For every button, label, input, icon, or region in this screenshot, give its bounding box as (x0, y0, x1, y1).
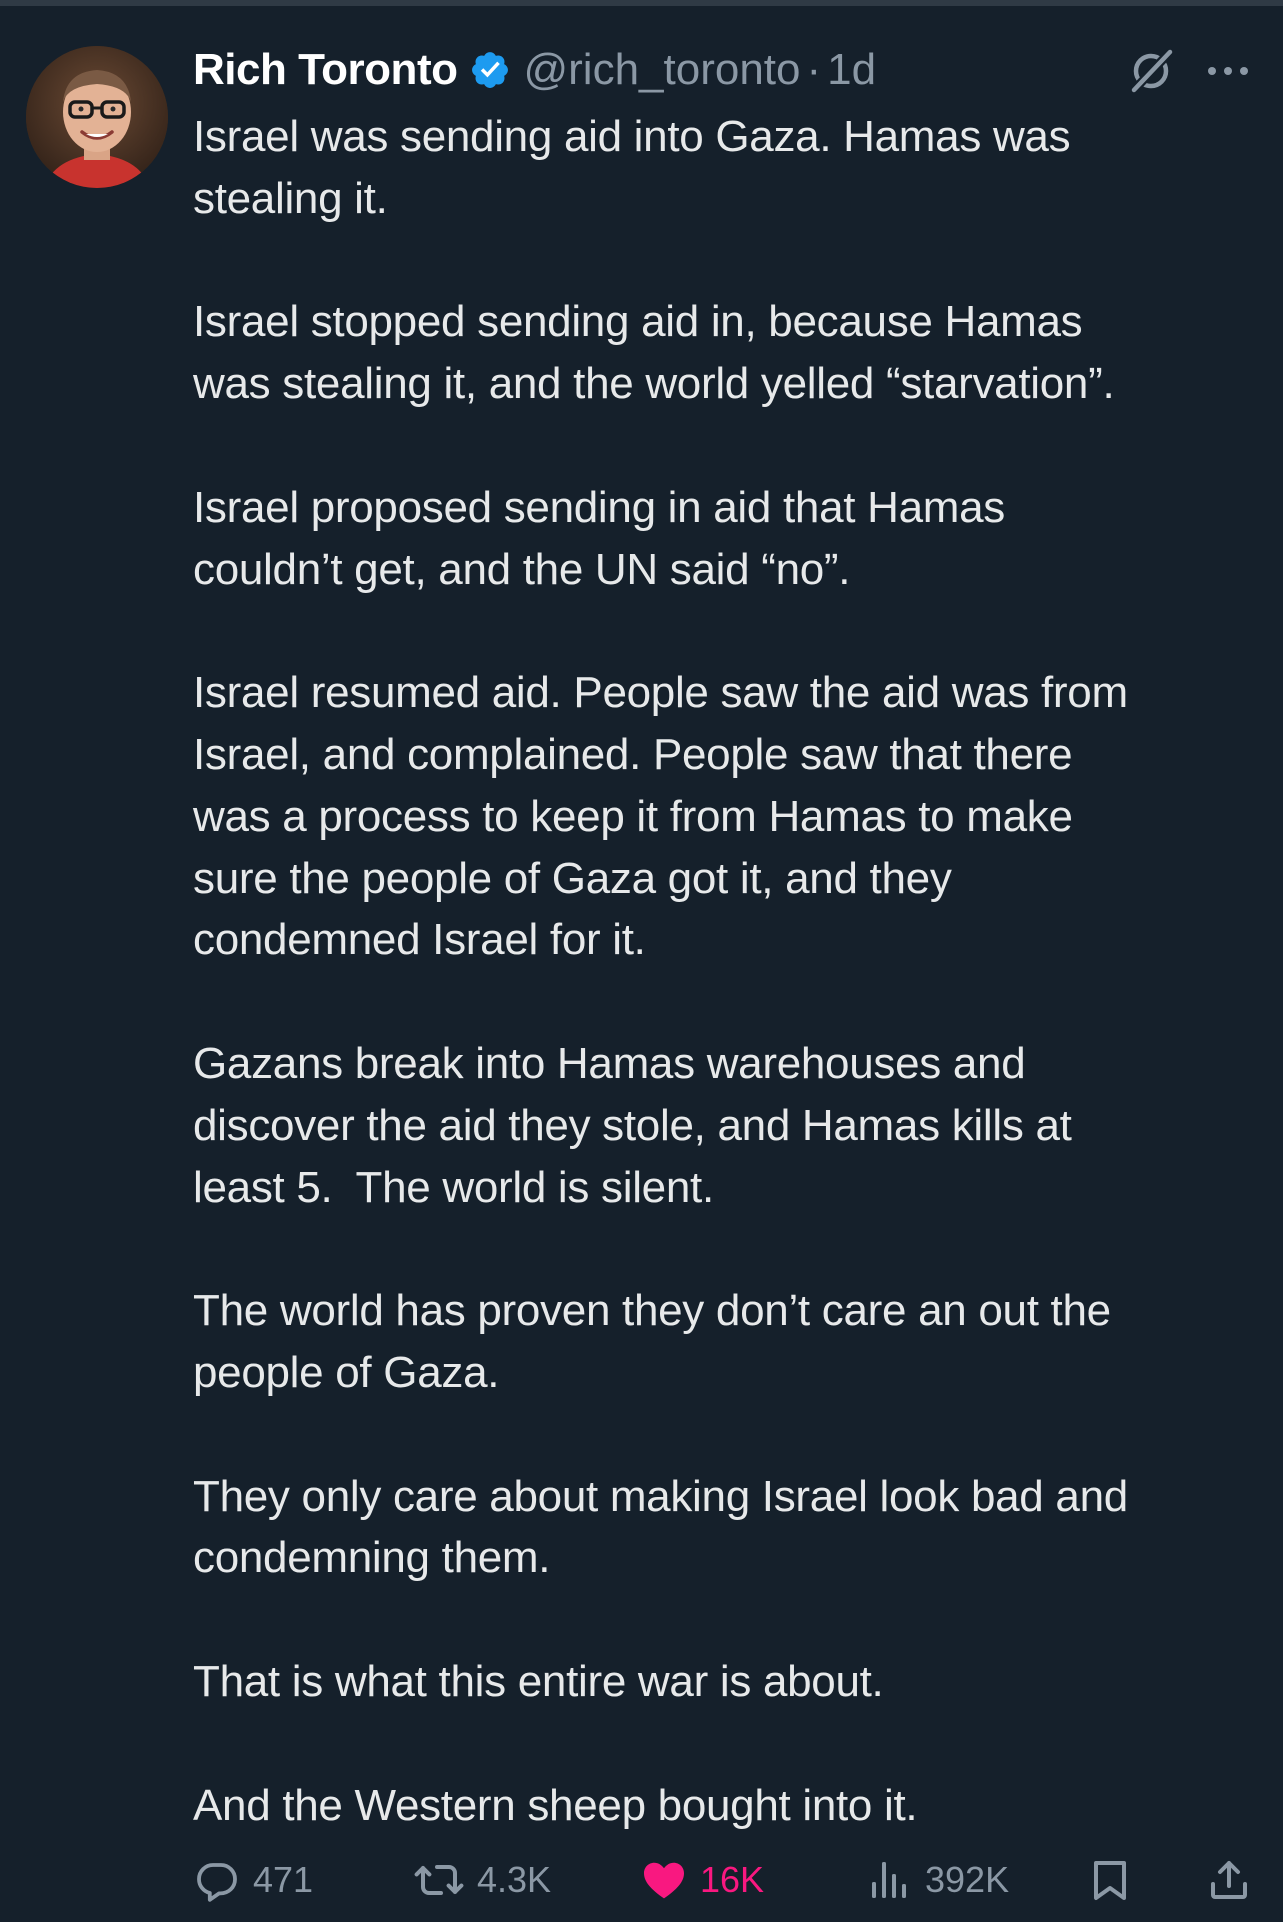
tweet-paragraph: Israel proposed sending in aid that Hama… (193, 482, 1005, 594)
like-button[interactable]: 16K (640, 1852, 764, 1908)
heart-icon (640, 1856, 688, 1904)
display-name[interactable]: Rich Toronto (193, 45, 458, 95)
reply-icon (193, 1856, 241, 1904)
share-button[interactable] (1205, 1852, 1253, 1908)
repost-count: 4.3K (477, 1859, 552, 1900)
views-button[interactable]: 392K (865, 1852, 1009, 1908)
share-icon (1205, 1856, 1253, 1904)
tweet-paragraph: Israel was sending aid into Gaza. Hamas … (193, 112, 1071, 223)
reply-button[interactable]: 471 (193, 1852, 313, 1908)
avatar-image (26, 46, 168, 188)
more-icon[interactable] (1203, 56, 1253, 86)
action-bar: 471 4.3K 16K 392K (193, 1852, 1253, 1908)
tweet-paragraph: That is what this entire war is about. (193, 1656, 884, 1706)
timestamp[interactable]: 1d (827, 45, 876, 95)
tweet-paragraph: The world has proven they don’t care an … (193, 1286, 1111, 1397)
verified-badge-icon[interactable] (469, 49, 511, 91)
grok-icon[interactable] (1126, 46, 1176, 96)
views-count: 392K (925, 1859, 1010, 1900)
bookmark-icon (1086, 1856, 1134, 1904)
views-icon (865, 1856, 913, 1904)
user-handle[interactable]: @rich_toronto (523, 45, 800, 95)
tweet[interactable]: Rich Toronto @rich_toronto · 1d Israel w… (0, 6, 1283, 1922)
tweet-header: Rich Toronto @rich_toronto · 1d (193, 40, 876, 100)
like-count: 16K (700, 1859, 765, 1900)
tweet-paragraph: They only care about making Israel look … (193, 1471, 1128, 1583)
tweet-paragraph: Israel stopped sending aid in, because H… (193, 297, 1115, 409)
repost-button[interactable]: 4.3K (413, 1852, 551, 1908)
tweet-text: Israel was sending aid into Gaza. Hamas … (193, 106, 1263, 1836)
tweet-paragraph: Israel resumed aid. People saw the aid w… (193, 668, 1128, 965)
repost-icon (413, 1856, 465, 1904)
avatar[interactable] (26, 46, 168, 188)
reply-count: 471 (253, 1859, 314, 1900)
separator-dot: · (806, 45, 822, 94)
tweet-paragraph: Gazans break into Hamas warehouses and d… (193, 1038, 1072, 1212)
bookmark-button[interactable] (1086, 1852, 1134, 1908)
tweet-paragraph: And the Western sheep bought into it. (193, 1780, 918, 1830)
